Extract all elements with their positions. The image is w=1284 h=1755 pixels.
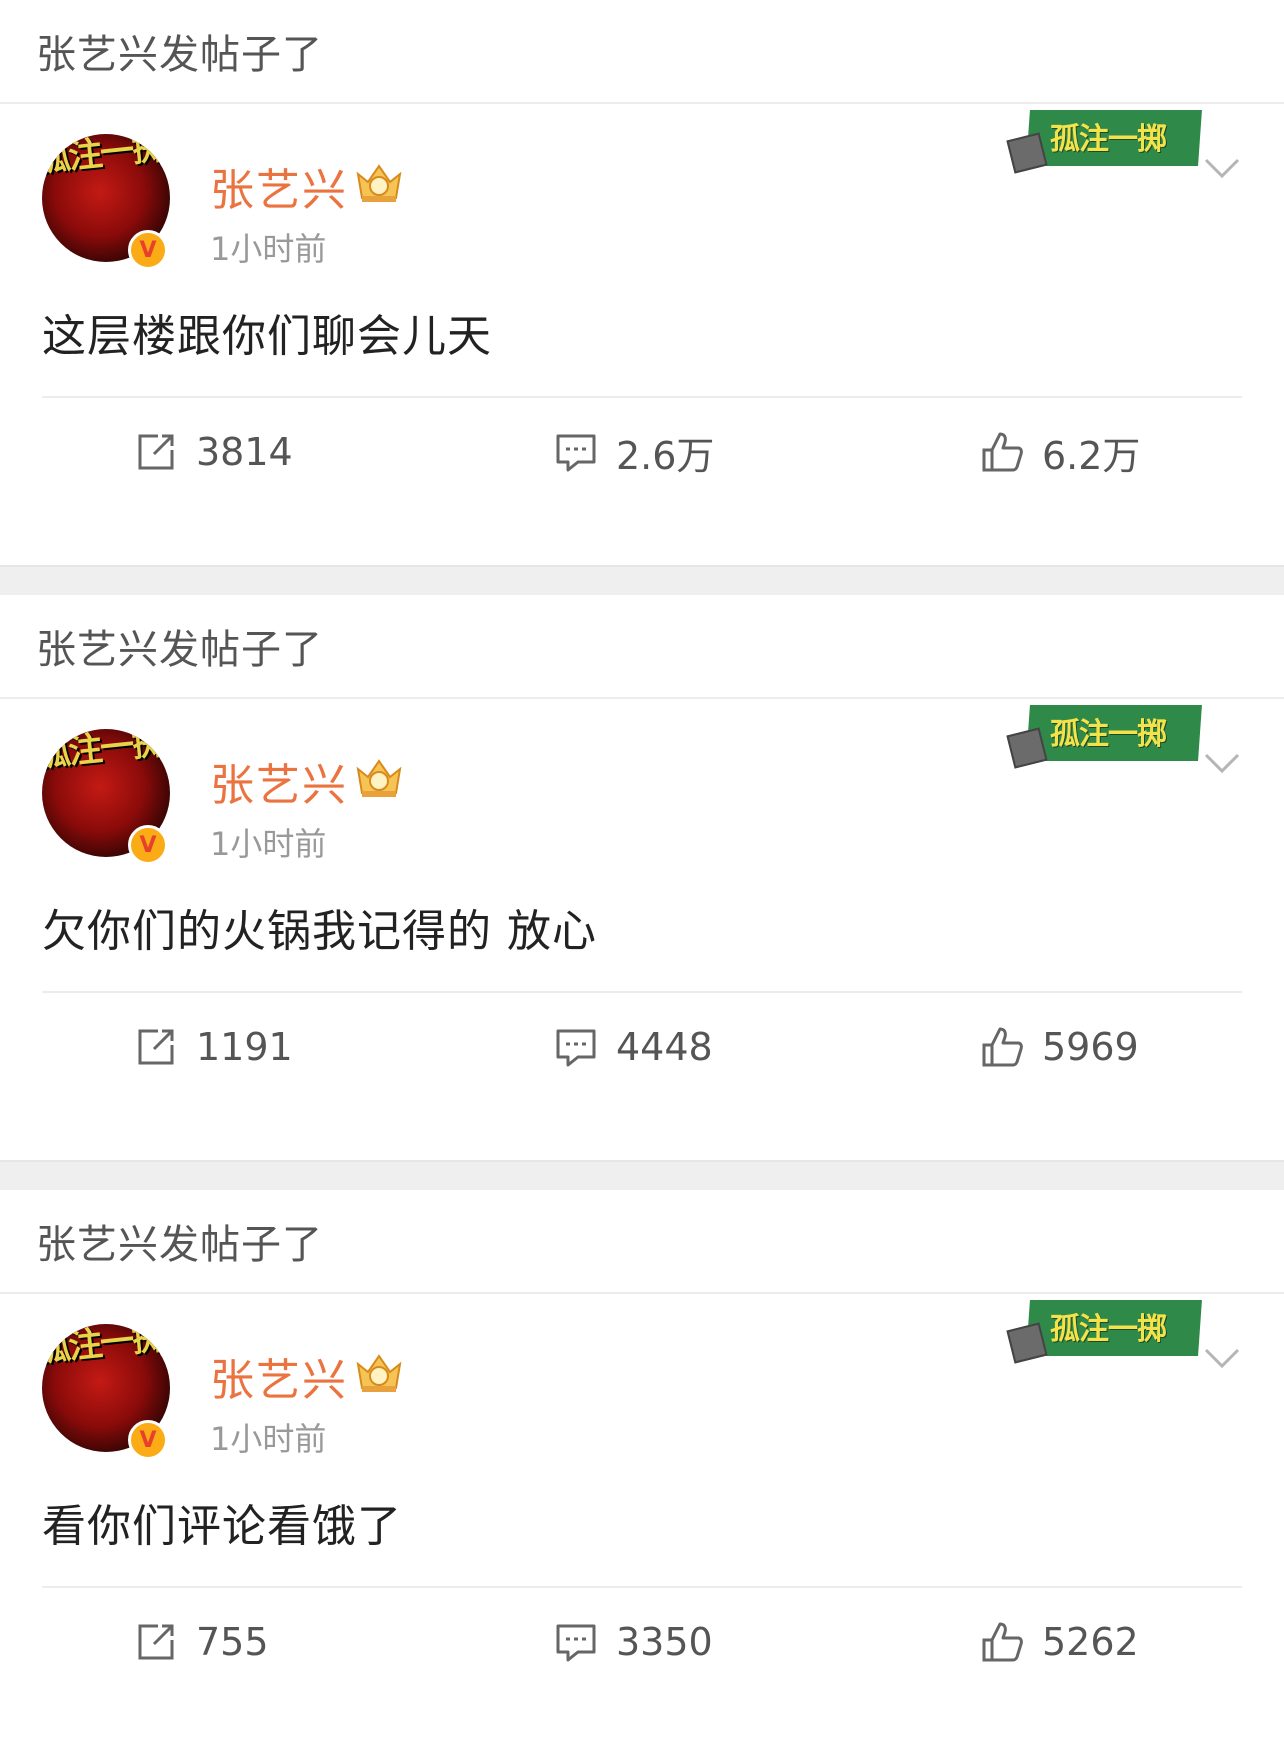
repost-count: 3814: [196, 430, 293, 474]
username[interactable]: 张艺兴: [210, 154, 348, 218]
post-block: 张艺兴发帖子了 孤注一掷 V 张艺兴 1小时前 孤注一掷: [0, 595, 1284, 1160]
feed-separator: [0, 565, 1284, 595]
post-card[interactable]: 孤注一掷 V 张艺兴 1小时前 孤注一掷: [0, 104, 1284, 520]
avatar-art-text: 孤注一掷: [42, 729, 167, 776]
chevron-down-icon[interactable]: [1204, 1346, 1240, 1370]
repost-icon: [138, 1029, 174, 1065]
comment-button[interactable]: 3350: [554, 1612, 713, 1672]
post-block: 张艺兴发帖子了 孤注一掷 V 张艺兴 1小时前 孤注一掷: [0, 1190, 1284, 1755]
chevron-down-icon[interactable]: [1204, 751, 1240, 775]
badge-text: 孤注一掷: [1050, 717, 1167, 752]
card-decoration-badge[interactable]: 孤注一掷: [1006, 1294, 1202, 1364]
comment-icon: [556, 1624, 596, 1662]
repost-button[interactable]: 755: [134, 1612, 269, 1672]
divider: [42, 991, 1242, 993]
vip-crown-icon[interactable]: [354, 755, 404, 799]
like-button[interactable]: 5969: [980, 1017, 1139, 1077]
comment-icon: [556, 1029, 596, 1067]
avatar[interactable]: 孤注一掷 V: [42, 134, 170, 270]
post-text: 欠你们的火锅我记得的 放心: [42, 906, 597, 957]
avatar[interactable]: 孤注一掷 V: [42, 729, 170, 865]
card-decoration-badge[interactable]: 孤注一掷: [1006, 104, 1202, 174]
repost-icon: [138, 1624, 174, 1660]
like-button[interactable]: 6.2万: [980, 422, 1140, 482]
comment-count: 2.6万: [616, 433, 715, 478]
verified-badge-icon: V: [128, 230, 168, 270]
comment-icon: [556, 434, 596, 472]
avatar-art-text: 孤注一掷: [42, 134, 167, 181]
comment-count: 3350: [616, 1620, 713, 1664]
comment-button[interactable]: 4448: [554, 1017, 713, 1077]
vip-crown-icon[interactable]: [354, 160, 404, 204]
post-block: 张艺兴发帖子了 孤注一掷 V 张艺兴 1小时前 孤注一掷: [0, 0, 1284, 565]
divider: [42, 1586, 1242, 1588]
section-title: 张艺兴发帖子了: [0, 595, 1284, 699]
chevron-down-icon[interactable]: [1204, 156, 1240, 180]
card-decoration-badge[interactable]: 孤注一掷: [1006, 699, 1202, 769]
repost-count: 755: [196, 1620, 269, 1664]
divider: [42, 396, 1242, 398]
badge-text: 孤注一掷: [1050, 1312, 1167, 1347]
feed: 张艺兴发帖子了 孤注一掷 V 张艺兴 1小时前 孤注一掷 这层楼跟你们聊会儿天 …: [0, 0, 1284, 1755]
verified-badge-icon: V: [128, 1420, 168, 1460]
like-button[interactable]: 5262: [980, 1612, 1139, 1672]
feed-separator: [0, 1160, 1284, 1190]
section-title: 张艺兴发帖子了: [0, 1190, 1284, 1294]
post-text: 看你们评论看饿了: [42, 1501, 402, 1552]
post-timestamp: 1小时前: [210, 825, 327, 863]
repost-button[interactable]: 3814: [134, 422, 293, 482]
like-count: 6.2万: [1042, 433, 1141, 478]
badge-text: 孤注一掷: [1050, 122, 1167, 157]
verified-badge-icon: V: [128, 825, 168, 865]
username[interactable]: 张艺兴: [210, 1344, 348, 1408]
avatar-art-text: 孤注一掷: [42, 1324, 167, 1371]
comment-button[interactable]: 2.6万: [554, 422, 714, 482]
like-count: 5262: [1042, 1620, 1139, 1664]
like-icon: [982, 432, 1023, 472]
like-count: 5969: [1042, 1025, 1139, 1069]
comment-count: 4448: [616, 1025, 713, 1069]
repost-button[interactable]: 1191: [134, 1017, 293, 1077]
section-title: 张艺兴发帖子了: [0, 0, 1284, 104]
post-text: 这层楼跟你们聊会儿天: [42, 311, 492, 362]
like-icon: [982, 1622, 1023, 1662]
post-timestamp: 1小时前: [210, 230, 327, 268]
post-card[interactable]: 孤注一掷 V 张艺兴 1小时前 孤注一掷: [0, 699, 1284, 1115]
repost-count: 1191: [196, 1025, 293, 1069]
vip-crown-icon[interactable]: [354, 1350, 404, 1394]
username[interactable]: 张艺兴: [210, 749, 348, 813]
post-timestamp: 1小时前: [210, 1420, 327, 1458]
repost-icon: [138, 434, 174, 470]
avatar[interactable]: 孤注一掷 V: [42, 1324, 170, 1460]
like-icon: [982, 1027, 1023, 1067]
